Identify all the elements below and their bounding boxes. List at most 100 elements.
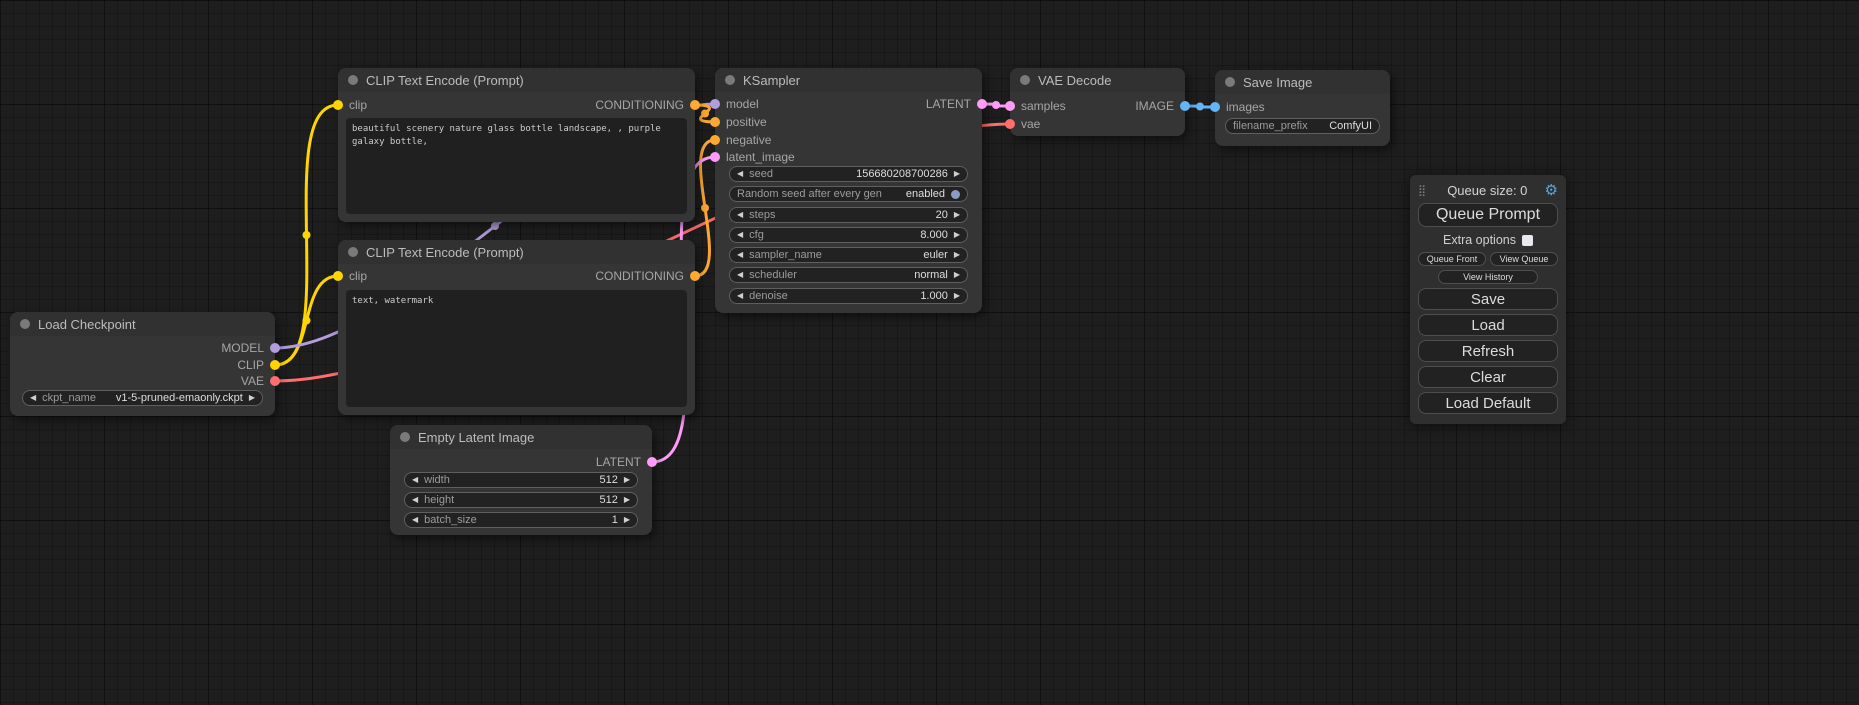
- widget-seed[interactable]: ◀ seed 156680208700286 ▶: [729, 166, 968, 182]
- widget-steps[interactable]: ◀ steps 20 ▶: [729, 207, 968, 223]
- widget-batch-size[interactable]: ◀ batch_size 1 ▶: [404, 512, 638, 528]
- load-default-button[interactable]: Load Default: [1418, 392, 1558, 414]
- input-slot-vae[interactable]: vae: [1005, 118, 1040, 130]
- collapse-dot[interactable]: [1020, 75, 1030, 85]
- increment-arrow-icon[interactable]: ▶: [624, 496, 630, 504]
- increment-arrow-icon[interactable]: ▶: [624, 476, 630, 484]
- widget-scheduler[interactable]: ◀ scheduler normal ▶: [729, 267, 968, 283]
- node-titlebar[interactable]: Save Image: [1215, 70, 1390, 94]
- output-slot-latent[interactable]: LATENT: [596, 456, 657, 468]
- save-button[interactable]: Save: [1418, 288, 1558, 310]
- input-slot-images[interactable]: images: [1210, 101, 1265, 113]
- widget-filename-prefix[interactable]: filename_prefix ComfyUI: [1225, 118, 1380, 134]
- output-slot-model[interactable]: MODEL: [221, 342, 280, 354]
- slot-dot-conditioning[interactable]: [710, 135, 720, 145]
- widget-height[interactable]: ◀ height 512 ▶: [404, 492, 638, 508]
- output-slot-vae[interactable]: VAE: [241, 375, 280, 387]
- increment-arrow-icon[interactable]: ▶: [954, 211, 960, 219]
- output-slot-conditioning[interactable]: CONDITIONING: [595, 270, 700, 282]
- input-slot-clip[interactable]: clip: [333, 270, 367, 282]
- output-slot-image[interactable]: IMAGE: [1135, 100, 1190, 112]
- slot-dot-vae[interactable]: [270, 376, 280, 386]
- decrement-arrow-icon[interactable]: ◀: [737, 292, 743, 300]
- widget-sampler-name[interactable]: ◀ sampler_name euler ▶: [729, 247, 968, 263]
- view-history-button[interactable]: View History: [1438, 270, 1539, 284]
- input-slot-negative[interactable]: negative: [710, 134, 771, 146]
- view-queue-button[interactable]: View Queue: [1490, 252, 1558, 266]
- toggle-on-dot[interactable]: [951, 190, 960, 199]
- queue-prompt-button[interactable]: Queue Prompt: [1418, 203, 1558, 227]
- widget-width[interactable]: ◀ width 512 ▶: [404, 472, 638, 488]
- collapse-dot[interactable]: [20, 319, 30, 329]
- increment-arrow-icon[interactable]: ▶: [954, 271, 960, 279]
- collapse-dot[interactable]: [725, 75, 735, 85]
- increment-arrow-icon[interactable]: ▶: [249, 394, 255, 402]
- decrement-arrow-icon[interactable]: ◀: [412, 516, 418, 524]
- load-button[interactable]: Load: [1418, 314, 1558, 336]
- collapse-dot[interactable]: [348, 247, 358, 257]
- widget-random-seed-toggle[interactable]: Random seed after every gen enabled: [729, 186, 968, 202]
- node-titlebar[interactable]: Load Checkpoint: [10, 312, 275, 336]
- decrement-arrow-icon[interactable]: ◀: [737, 211, 743, 219]
- slot-dot-vae[interactable]: [1005, 119, 1015, 129]
- slot-dot-latent[interactable]: [710, 152, 720, 162]
- node-clip-text-encode-negative[interactable]: CLIP Text Encode (Prompt) clip CONDITION…: [338, 240, 695, 415]
- prompt-textarea[interactable]: text, watermark: [346, 290, 687, 407]
- output-slot-latent[interactable]: LATENT: [926, 98, 987, 110]
- node-titlebar[interactable]: CLIP Text Encode (Prompt): [338, 240, 695, 264]
- decrement-arrow-icon[interactable]: ◀: [412, 476, 418, 484]
- slot-dot-conditioning[interactable]: [710, 117, 720, 127]
- decrement-arrow-icon[interactable]: ◀: [30, 394, 36, 402]
- extra-options-checkbox[interactable]: [1522, 235, 1533, 246]
- refresh-button[interactable]: Refresh: [1418, 340, 1558, 362]
- node-vae-decode[interactable]: VAE Decode samples vae IMAGE: [1010, 68, 1185, 136]
- settings-gear-icon[interactable]: ⚙: [1545, 181, 1558, 199]
- slot-dot-image[interactable]: [1210, 102, 1220, 112]
- slot-dot-model[interactable]: [270, 343, 280, 353]
- widget-cfg[interactable]: ◀ cfg 8.000 ▶: [729, 227, 968, 243]
- slot-dot-clip[interactable]: [333, 100, 343, 110]
- collapse-dot[interactable]: [400, 432, 410, 442]
- decrement-arrow-icon[interactable]: ◀: [737, 170, 743, 178]
- decrement-arrow-icon[interactable]: ◀: [737, 231, 743, 239]
- increment-arrow-icon[interactable]: ▶: [954, 170, 960, 178]
- slot-dot-image[interactable]: [1180, 101, 1190, 111]
- node-titlebar[interactable]: Empty Latent Image: [390, 425, 652, 449]
- increment-arrow-icon[interactable]: ▶: [624, 516, 630, 524]
- output-slot-clip[interactable]: CLIP: [237, 359, 280, 371]
- node-clip-text-encode-positive[interactable]: CLIP Text Encode (Prompt) clip CONDITION…: [338, 68, 695, 222]
- increment-arrow-icon[interactable]: ▶: [954, 251, 960, 259]
- increment-arrow-icon[interactable]: ▶: [954, 231, 960, 239]
- slot-dot-clip[interactable]: [270, 360, 280, 370]
- decrement-arrow-icon[interactable]: ◀: [737, 271, 743, 279]
- input-slot-samples[interactable]: samples: [1005, 100, 1066, 112]
- input-slot-clip[interactable]: clip: [333, 99, 367, 111]
- slot-dot-model[interactable]: [710, 99, 720, 109]
- collapse-dot[interactable]: [1225, 77, 1235, 87]
- collapse-dot[interactable]: [348, 75, 358, 85]
- slot-dot-latent[interactable]: [647, 457, 657, 467]
- slot-dot-latent[interactable]: [1005, 101, 1015, 111]
- drag-handle-icon[interactable]: ⣿: [1418, 184, 1426, 197]
- decrement-arrow-icon[interactable]: ◀: [412, 496, 418, 504]
- slot-dot-latent[interactable]: [977, 99, 987, 109]
- queue-front-button[interactable]: Queue Front: [1418, 252, 1486, 266]
- clear-button[interactable]: Clear: [1418, 366, 1558, 388]
- slot-dot-conditioning[interactable]: [690, 100, 700, 110]
- output-slot-conditioning[interactable]: CONDITIONING: [595, 99, 700, 111]
- comfyui-canvas[interactable]: { "graph": { "nodes": { "load_checkpoint…: [0, 0, 1859, 705]
- node-titlebar[interactable]: VAE Decode: [1010, 68, 1185, 92]
- prompt-textarea[interactable]: beautiful scenery nature glass bottle la…: [346, 118, 687, 214]
- widget-ckpt-name[interactable]: ◀ ckpt_name v1-5-pruned-emaonly.ckpt ▶: [22, 390, 263, 406]
- input-slot-latent-image[interactable]: latent_image: [710, 151, 795, 163]
- node-save-image[interactable]: Save Image images filename_prefix ComfyU…: [1215, 70, 1390, 146]
- node-load-checkpoint[interactable]: Load Checkpoint MODEL CLIP VAE ◀ ckpt_na…: [10, 312, 275, 416]
- increment-arrow-icon[interactable]: ▶: [954, 292, 960, 300]
- decrement-arrow-icon[interactable]: ◀: [737, 251, 743, 259]
- input-slot-model[interactable]: model: [710, 98, 759, 110]
- slot-dot-conditioning[interactable]: [690, 271, 700, 281]
- node-titlebar[interactable]: CLIP Text Encode (Prompt): [338, 68, 695, 92]
- slot-dot-clip[interactable]: [333, 271, 343, 281]
- node-empty-latent-image[interactable]: Empty Latent Image LATENT ◀ width 512 ▶ …: [390, 425, 652, 535]
- node-ksampler[interactable]: KSampler model positive negative latent_…: [715, 68, 982, 313]
